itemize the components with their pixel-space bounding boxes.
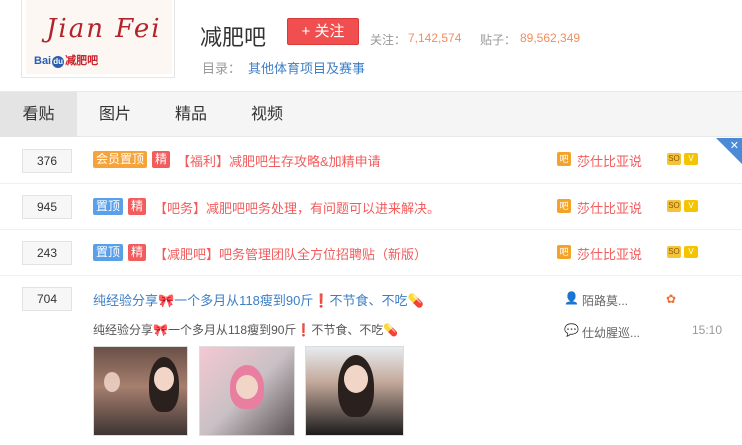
thumbnail-face (104, 372, 120, 392)
post-count-label: 贴子： (480, 33, 517, 47)
reply-count: 945 (22, 195, 72, 219)
forum-tabs: 看贴 图片 精品 视频 (0, 91, 742, 137)
level-badge-icon: V (684, 200, 698, 212)
follow-count-label: 关注： (370, 33, 407, 47)
baidu-logo-text: Bai (34, 55, 52, 67)
reply-count: 376 (22, 149, 72, 173)
tab-videos[interactable]: 视频 (229, 92, 305, 137)
close-icon[interactable]: ✕ (730, 139, 739, 152)
thread-image-thumbnail[interactable] (305, 346, 404, 436)
directory-label: 目录： (202, 61, 242, 76)
follow-count: 7,142,574 (408, 31, 462, 45)
logo-artwork: Jian Fei Bai du 减肥吧 (26, 0, 172, 74)
thread-row[interactable]: 376 会员置顶 精 【福利】减肥吧生存攻略&加精申请 吧 莎仕比亚说 SO V (0, 138, 742, 184)
member-pinned-tag: 会员置顶 (93, 151, 148, 168)
thread-author[interactable]: 莎仕比亚说 (577, 151, 642, 170)
moderator-icon: 吧 (557, 245, 571, 259)
flower-badge-icon: ✿ (666, 292, 677, 306)
last-replier[interactable]: 仕幼腥巡... (582, 324, 640, 341)
thread-author[interactable]: 陌路莫... (582, 292, 628, 309)
pinned-tag: 置顶 (93, 244, 124, 261)
thread-row[interactable]: 243 置顶 精 【减肥吧】吧务管理团队全方位招聘贴（新版） 吧 莎仕比亚说 S… (0, 230, 742, 276)
level-badge-icon: V (684, 246, 698, 258)
reply-bubble-icon: 💬 (564, 323, 579, 337)
vip-badge-icon: SO (667, 200, 681, 212)
thread-author[interactable]: 莎仕比亚说 (577, 244, 642, 263)
thread-image-thumbnail[interactable] (93, 346, 188, 436)
thread-title[interactable]: 【减肥吧】吧务管理团队全方位招聘贴（新版） (154, 244, 427, 263)
thread-title[interactable]: 纯经验分享🎀一个多月从118瘦到90斤❗不节食、不吃💊 (93, 290, 424, 309)
directory-link[interactable]: 其他体育项目及赛事 (248, 58, 365, 77)
thread-row-expanded[interactable]: 704 纯经验分享🎀一个多月从118瘦到90斤❗不节食、不吃💊 👤 陌路莫...… (0, 276, 742, 445)
moderator-icon: 吧 (557, 152, 571, 166)
vip-badge-icon: SO (667, 246, 681, 258)
thread-row[interactable]: 945 置顶 精 【吧务】减肥吧吧务处理，有问题可以进来解决。 吧 莎仕比亚说 … (0, 184, 742, 230)
logo-script-text: Jian Fei (46, 14, 162, 44)
thread-image-thumbnail[interactable] (199, 346, 295, 436)
featured-tag: 精 (152, 151, 171, 168)
level-badge-icon: V (684, 153, 698, 165)
thread-abstract[interactable]: 纯经验分享🎀一个多月从118瘦到90斤❗不节食、不吃💊 (93, 321, 398, 338)
tab-images[interactable]: 图片 (77, 92, 153, 137)
reply-count: 704 (22, 287, 72, 311)
thumbnail-face (236, 375, 258, 399)
featured-tag: 精 (128, 244, 147, 261)
thumbnail-face (154, 367, 174, 391)
last-reply-time: 15:10 (692, 323, 723, 337)
featured-tag: 精 (128, 198, 147, 215)
tab-posts[interactable]: 看贴 (0, 92, 77, 137)
pinned-tag: 置顶 (93, 198, 124, 215)
author-person-icon: 👤 (564, 291, 579, 305)
follow-button[interactable]: + 关注 (287, 18, 359, 45)
baidu-logo: Bai du 减肥吧 (34, 52, 98, 68)
forum-header: Jian Fei Bai du 减肥吧 减肥吧 + 关注 关注： 7,142,574… (0, 0, 742, 91)
moderator-icon: 吧 (557, 199, 571, 213)
forum-logo[interactable]: Jian Fei Bai du 减肥吧 (21, 0, 175, 78)
reply-count: 243 (22, 241, 72, 265)
thumbnail-face (344, 365, 368, 393)
thread-title[interactable]: 【福利】减肥吧生存攻略&加精申请 (177, 151, 381, 170)
thread-title[interactable]: 【吧务】减肥吧吧务处理，有问题可以进来解决。 (154, 198, 440, 217)
baidu-paw-icon: du (52, 56, 65, 68)
vip-badge-icon: SO (667, 153, 681, 165)
thread-author[interactable]: 莎仕比亚说 (577, 198, 642, 217)
forum-title[interactable]: 减肥吧 (200, 20, 266, 52)
logo-bar-name: 减肥吧 (65, 55, 99, 67)
tab-featured[interactable]: 精品 (153, 92, 229, 137)
post-count: 89,562,349 (520, 31, 581, 45)
